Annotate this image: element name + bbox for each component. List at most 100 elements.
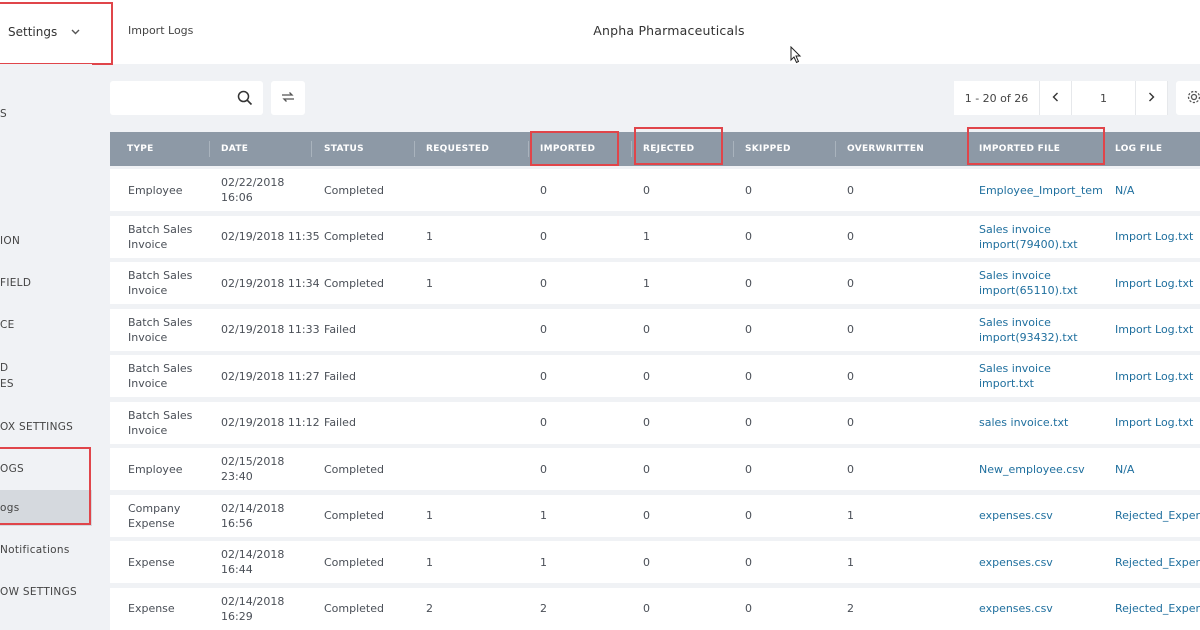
sidebar-item[interactable]: CE bbox=[0, 319, 15, 331]
cell-log-file[interactable]: Rejected_Exper bbox=[1115, 508, 1200, 523]
cell-rejected-line: 1 bbox=[643, 230, 650, 243]
column-header-date[interactable]: DATE bbox=[221, 132, 248, 166]
cell-rejected: 0 bbox=[643, 415, 650, 430]
cell-type: Employee bbox=[128, 183, 182, 198]
cell-rejected-line: 0 bbox=[643, 602, 650, 615]
cell-status: Completed bbox=[324, 276, 384, 291]
table-row[interactable]: Batch Sales Invoice 02/19/2018 11:33 Failed… bbox=[110, 308, 1200, 351]
cell-log-file[interactable]: Import Log.txt bbox=[1115, 369, 1193, 384]
cell-imported-file[interactable]: Sales invoice import.txt bbox=[979, 361, 1051, 391]
sidebar-item-notifications[interactable]: Notifications bbox=[0, 544, 70, 556]
table-row[interactable]: Batch Sales Invoice 02/19/2018 11:12 Failed… bbox=[110, 401, 1200, 444]
cell-log-file-line: Import Log.txt bbox=[1115, 416, 1194, 429]
column-header-status[interactable]: STATUS bbox=[324, 132, 364, 166]
column-header-skipped[interactable]: SKIPPED bbox=[745, 132, 791, 166]
cell-imported: 0 bbox=[540, 462, 547, 477]
cell-imported-line: 1 bbox=[540, 555, 547, 569]
cell-log-file[interactable]: Rejected_Exper bbox=[1115, 555, 1200, 570]
cell-date: 02/22/2018 16:06 bbox=[221, 175, 284, 205]
sidebar-item[interactable]: S bbox=[0, 108, 7, 120]
cell-date-line: 02/22/2018 bbox=[221, 176, 285, 189]
refresh-button[interactable] bbox=[271, 81, 305, 115]
table-row[interactable]: Batch Sales Invoice 02/19/2018 11:34 Comple… bbox=[110, 262, 1200, 304]
cell-type: Company Expense bbox=[128, 501, 180, 531]
cell-log-file-line: Rejected_Exper bbox=[1115, 509, 1200, 522]
table-row[interactable]: Employee 02/15/2018 23:40 Completed 0 0 0 0 New_… bbox=[110, 448, 1200, 490]
cell-rejected-line: 0 bbox=[643, 555, 650, 569]
cell-imported: 1 bbox=[540, 508, 547, 523]
cell-imported-file[interactable]: Sales invoice import(93432).txt bbox=[979, 315, 1078, 345]
cell-date: 02/14/2018 16:29 bbox=[221, 594, 284, 624]
column-header-rejected[interactable]: REJECTED bbox=[643, 132, 694, 166]
column-header-log-file[interactable]: LOG FILE bbox=[1115, 132, 1162, 166]
cell-skipped: 0 bbox=[745, 508, 752, 523]
top-bar: Settings Import Logs Anpha Pharmaceutica… bbox=[0, 0, 1200, 64]
column-header-overwritten[interactable]: OVERWRITTEN bbox=[847, 132, 924, 166]
cell-status: Failed bbox=[324, 322, 356, 337]
cell-requested: 1 bbox=[426, 508, 433, 523]
sidebar-item[interactable]: ES bbox=[0, 378, 14, 390]
sidebar-item-import-logs[interactable]: ogs bbox=[0, 502, 19, 514]
cell-imported-file[interactable]: expenses.csv bbox=[979, 601, 1053, 616]
page-number-input[interactable]: 1 bbox=[1072, 81, 1136, 115]
cell-log-file[interactable]: Rejected_Exper bbox=[1115, 601, 1200, 616]
cell-type-line: Batch Sales bbox=[128, 362, 193, 375]
cell-date-line: 02/19/2018 11:27 bbox=[221, 369, 320, 383]
sidebar-item[interactable]: ION bbox=[0, 235, 20, 247]
column-header-imported[interactable]: IMPORTED bbox=[540, 132, 595, 166]
cell-skipped-line: 0 bbox=[745, 462, 752, 476]
sidebar-item-import-logs-section[interactable]: OGS bbox=[0, 463, 24, 475]
cell-imported-file-line: Sales invoice bbox=[979, 269, 1051, 282]
sidebar-item[interactable]: FIELD bbox=[0, 277, 31, 289]
table-row[interactable]: Batch Sales Invoice 02/19/2018 11:35 Comple… bbox=[110, 215, 1200, 258]
cell-log-file[interactable]: Import Log.txt bbox=[1115, 322, 1193, 337]
cell-log-file[interactable]: Import Log.txt bbox=[1115, 229, 1193, 244]
cell-skipped-line: 0 bbox=[745, 369, 752, 383]
cell-imported-file[interactable]: sales invoice.txt bbox=[979, 415, 1068, 430]
cell-imported: 2 bbox=[540, 601, 547, 616]
cell-type: Batch Sales Invoice bbox=[128, 268, 192, 298]
column-divider bbox=[835, 141, 836, 157]
cell-requested: 1 bbox=[426, 229, 433, 244]
cell-imported-line: 0 bbox=[540, 323, 547, 336]
table-row[interactable]: Batch Sales Invoice 02/19/2018 11:27 Failed… bbox=[110, 355, 1200, 397]
cell-status: Completed bbox=[324, 229, 384, 244]
company-name: Anpha Pharmaceuticals bbox=[593, 23, 745, 38]
cell-skipped-line: 0 bbox=[745, 183, 752, 197]
cell-date-line: 02/14/2018 bbox=[221, 501, 285, 515]
table-row[interactable]: Expense 02/14/2018 16:29 Completed 2 2 0 0 2 expe… bbox=[110, 587, 1200, 630]
prev-page-button[interactable] bbox=[1040, 81, 1072, 115]
sidebar-item[interactable]: D bbox=[0, 362, 8, 374]
sidebar-item[interactable]: OX SETTINGS bbox=[0, 421, 73, 433]
cell-imported-file[interactable]: Employee_Import_tem bbox=[979, 183, 1103, 198]
cell-imported-file[interactable]: Sales invoice import(79400).txt bbox=[979, 222, 1078, 252]
cell-imported-file[interactable]: expenses.csv bbox=[979, 555, 1053, 570]
cell-log-file[interactable]: N/A bbox=[1115, 462, 1134, 477]
next-page-button[interactable] bbox=[1136, 81, 1168, 115]
cell-overwritten: 0 bbox=[847, 183, 854, 198]
cell-imported-file-line: sales invoice.txt bbox=[979, 416, 1069, 429]
cell-imported-file-line: Sales invoice bbox=[979, 315, 1051, 329]
sidebar-item[interactable]: OW SETTINGS bbox=[0, 586, 77, 598]
table-row[interactable]: Expense 02/14/2018 16:44 Completed 1 1 0 0 1 expe… bbox=[110, 541, 1200, 583]
cell-date-line: 02/19/2018 11:33 bbox=[221, 323, 320, 336]
table-header: TYPE DATE STATUS REQUESTED IMPORTED REJE… bbox=[110, 132, 1200, 166]
column-header-type[interactable]: TYPE bbox=[127, 132, 154, 166]
cell-date: 02/15/2018 23:40 bbox=[221, 454, 284, 484]
settings-button[interactable] bbox=[1176, 81, 1200, 115]
cell-status-line: Completed bbox=[324, 183, 384, 197]
column-header-requested[interactable]: REQUESTED bbox=[426, 132, 489, 166]
cell-log-file[interactable]: Import Log.txt bbox=[1115, 276, 1193, 291]
cell-overwritten: 0 bbox=[847, 229, 854, 244]
cell-log-file[interactable]: N/A bbox=[1115, 183, 1134, 198]
table-row[interactable]: Company Expense 02/14/2018 16:56 Completed 1 1… bbox=[110, 494, 1200, 537]
cell-imported-file-line: New_employee.csv bbox=[979, 462, 1085, 476]
cell-imported-file[interactable]: New_employee.csv bbox=[979, 462, 1085, 477]
cell-imported-file[interactable]: Sales invoice import(65110).txt bbox=[979, 268, 1078, 298]
cell-log-file[interactable]: Import Log.txt bbox=[1115, 415, 1193, 430]
table-row[interactable]: Employee 02/22/2018 16:06 Completed 0 0 0 0 Empl… bbox=[110, 169, 1200, 211]
column-header-imported-file[interactable]: IMPORTED FILE bbox=[979, 132, 1060, 166]
cell-requested-line: 1 bbox=[426, 509, 433, 522]
search-input[interactable] bbox=[110, 81, 263, 115]
cell-imported-file[interactable]: expenses.csv bbox=[979, 508, 1053, 523]
